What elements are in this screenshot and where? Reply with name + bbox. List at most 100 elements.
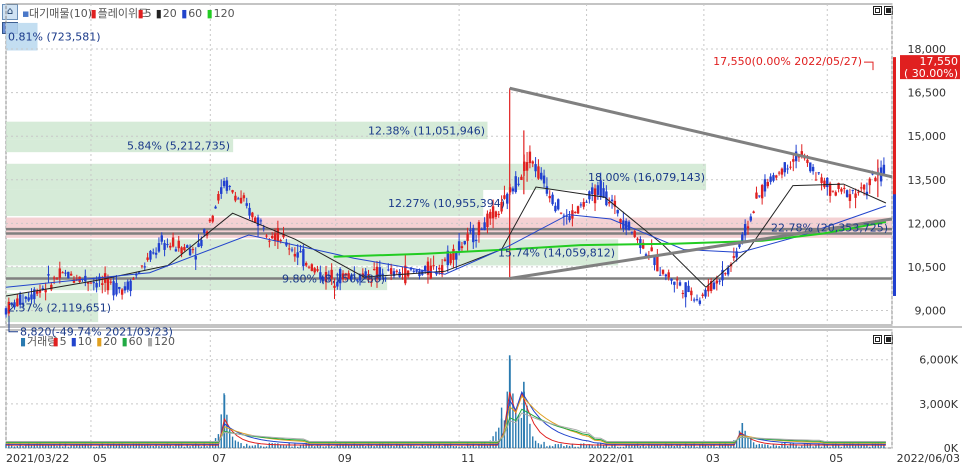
candle-body	[123, 286, 127, 291]
candle-body	[755, 192, 758, 199]
candle-body	[845, 190, 849, 198]
candle-body	[217, 194, 220, 201]
candle-body	[772, 175, 775, 181]
candle-body	[610, 199, 614, 202]
candle-body	[675, 279, 679, 281]
candle-body	[811, 166, 815, 172]
candle-body	[738, 244, 741, 248]
candle-body	[203, 229, 206, 234]
candle-body	[862, 184, 866, 190]
candle-body	[758, 195, 761, 197]
candle-body	[656, 256, 659, 272]
candle-body	[585, 201, 588, 203]
candle-body	[851, 189, 854, 191]
volume-legend-label: 120	[154, 335, 175, 348]
candle-body	[259, 220, 263, 222]
candle-body	[64, 272, 67, 274]
candle-body	[777, 172, 781, 174]
price-axis-tick-label: 10,500	[908, 261, 947, 274]
candle-body	[497, 213, 500, 216]
price-legend-marker: ▮	[138, 7, 144, 20]
candle-body	[389, 268, 393, 275]
candle-body	[101, 283, 104, 285]
candle-body	[820, 177, 823, 183]
candle-body	[834, 192, 837, 196]
candle-body	[35, 291, 39, 294]
candle-body	[245, 203, 248, 206]
candle-body	[169, 245, 172, 248]
candle-body	[520, 176, 523, 180]
candle-body	[160, 235, 163, 242]
candle-body	[290, 249, 294, 251]
candle-body	[438, 267, 441, 270]
time-axis-label: 07	[212, 452, 226, 465]
candle-body	[452, 248, 455, 260]
candle-body	[415, 270, 418, 272]
candle-body	[681, 292, 685, 294]
candle-body	[783, 162, 786, 173]
candle-body	[89, 282, 93, 284]
candle-body	[489, 211, 492, 219]
candle-body	[149, 250, 152, 260]
volume-profile-label: 2.37% (2,119,651)	[8, 302, 111, 315]
candle-body	[372, 269, 376, 271]
candle-body	[636, 238, 639, 241]
candle-body	[661, 269, 665, 274]
time-axis-label: 2022/06/03	[897, 452, 960, 465]
candle-body	[316, 269, 319, 271]
candle-body	[69, 273, 73, 276]
candle-body	[220, 187, 223, 194]
candle-body	[596, 185, 600, 195]
candle-body	[67, 271, 70, 279]
candle-body	[188, 248, 192, 256]
candle-body	[882, 164, 886, 174]
candle-body	[766, 182, 769, 187]
candle-body	[472, 228, 475, 243]
candle-body	[525, 162, 529, 171]
candle-body	[695, 299, 699, 301]
candle-body	[466, 233, 469, 241]
volume-legend-label: 5	[60, 335, 67, 348]
candle-body	[574, 211, 577, 213]
candle-body	[749, 216, 753, 221]
candle-body	[551, 194, 554, 205]
candle-body	[273, 233, 277, 242]
candle-body	[115, 282, 118, 295]
candle-body	[673, 281, 676, 285]
candle-body	[540, 172, 543, 180]
candle-body	[528, 151, 532, 164]
trendline	[509, 86, 893, 179]
candle-body	[678, 282, 682, 286]
candle-body	[225, 180, 229, 191]
price-axis-tick-label: 16,500	[908, 87, 947, 100]
candle-body	[106, 278, 110, 291]
candle-body	[831, 190, 835, 192]
candle-body	[112, 281, 115, 296]
candle-body	[154, 252, 158, 255]
price-axis-tick-label: 12,000	[908, 217, 947, 230]
chart-window: ⌂ 0.81% (723,581) 12.38% (11,051,946) 5.84…	[0, 0, 962, 466]
candle-body	[806, 159, 809, 164]
candle-body	[763, 179, 767, 192]
volume-profile-label: 12.27% (10,955,394)	[388, 197, 505, 210]
candle-body	[109, 281, 112, 283]
price-axis-range-bar-low	[893, 194, 896, 296]
time-axis-label: 09	[338, 452, 352, 465]
candle-body	[143, 266, 146, 268]
volume-profile-label: 12.38% (11,051,946)	[368, 124, 485, 137]
candle-body	[868, 178, 871, 186]
candle-body	[200, 239, 203, 247]
candle-body	[480, 229, 483, 231]
candle-body	[304, 262, 308, 266]
time-axis-label: 2022/01	[589, 452, 635, 465]
candle-body	[874, 177, 877, 182]
candle-body	[514, 176, 517, 192]
candle-body	[840, 188, 843, 192]
candle-body	[857, 191, 860, 193]
candle-body	[171, 237, 175, 247]
candle-body	[237, 198, 240, 200]
price-legend-marker: ▮	[91, 7, 97, 20]
candle-body	[234, 195, 237, 201]
candle-body	[712, 282, 716, 289]
candle-body	[84, 275, 87, 282]
